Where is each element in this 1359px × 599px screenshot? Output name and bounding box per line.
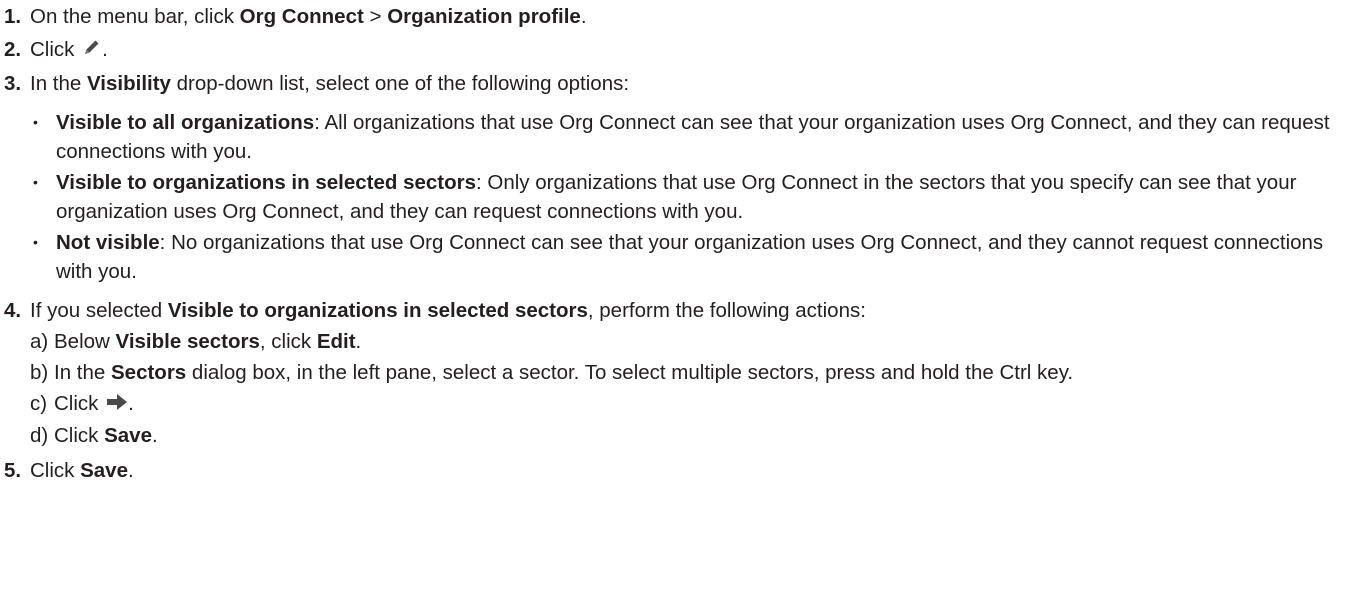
substep-label: b) [30, 361, 49, 385]
option-label: Visible to organizations in selected sec… [167, 299, 588, 323]
step-2: 2. Click . [0, 35, 1359, 65]
step-text-run: dialog box, in the left pane, select a s… [186, 361, 1074, 385]
step-5: 5. Click Save. [0, 456, 1359, 485]
step-text-run: Below [54, 330, 116, 354]
field-label-visibility: Visibility [87, 72, 171, 96]
arrow-right-icon [106, 390, 128, 419]
step-text-run: , click [259, 330, 317, 354]
step-number: 3. [4, 72, 22, 96]
bullet: • [33, 234, 38, 251]
option-description: : No organizations that use Org Connect … [56, 231, 1324, 284]
substep-b: b) In the Sectors dialog box, in the lef… [30, 358, 1349, 387]
substep-a: a) Below Visible sectors, click Edit. [30, 327, 1349, 356]
step-text: If you selected Visible to organizations… [30, 296, 1359, 452]
step-text-run: . [128, 392, 134, 416]
step-4: 4. If you selected Visible to organizati… [0, 296, 1359, 452]
step-text-run: . [102, 38, 108, 61]
step-text-run: In the [54, 361, 111, 385]
substep-d: d) Click Save. [30, 421, 1349, 450]
step-text-run: . [152, 424, 158, 448]
option-label: Visible to all organizations [56, 111, 315, 135]
pencil-edit-icon [82, 36, 102, 65]
bullet: • [33, 174, 38, 191]
step-text-run: Click [30, 38, 75, 61]
step-text-run: Click [54, 392, 99, 416]
substep-c: c) Click . [30, 389, 1349, 419]
menu-label-org-connect: Org Connect [239, 5, 364, 28]
field-label-visible-sectors: Visible sectors [115, 330, 260, 354]
substep-label: a) [30, 330, 49, 354]
visibility-options-list: • Visible to all organizations: All orga… [30, 108, 1349, 286]
list-item: • Not visible: No organizations that use… [30, 228, 1349, 286]
step-text: In the Visibility drop-down list, select… [30, 69, 1359, 292]
menu-label-organization-profile: Organization profile [387, 5, 581, 28]
button-label-save: Save [80, 459, 128, 483]
menu-separator: > [363, 5, 388, 28]
step-text-run: . [355, 330, 362, 354]
step-number: 4. [4, 299, 22, 323]
dialog-label-sectors: Sectors [111, 361, 187, 385]
option-label: Visible to organizations in selected sec… [56, 171, 476, 195]
list-item: • Visible to all organizations: All orga… [30, 108, 1349, 166]
substep-label: c) [30, 392, 48, 416]
option-label: Not visible [56, 231, 160, 255]
step-text-run: drop-down list, select one of the follow… [170, 72, 630, 96]
step-text-run: In the [30, 72, 87, 96]
substeps-list: a) Below Visible sectors, click Edit. b)… [30, 327, 1349, 450]
button-label-edit: Edit [316, 330, 356, 354]
procedure-document: 1. On the menu bar, click Org Connect > … [0, 0, 1359, 485]
step-text-run: If you selected [30, 299, 168, 323]
step-text-run: . [128, 459, 134, 483]
button-label-save: Save [104, 424, 152, 448]
bullet: • [33, 114, 38, 131]
step-number: 1. [4, 5, 22, 28]
substep-label: d) [30, 424, 49, 448]
step-text: Click Save. [30, 456, 1359, 485]
step-3: 3. In the Visibility drop-down list, sel… [0, 69, 1359, 292]
step-text: On the menu bar, click Org Connect > Org… [30, 2, 1359, 31]
list-item: • Visible to organizations in selected s… [30, 168, 1349, 226]
step-number: 2. [4, 38, 22, 61]
step-text: Click . [30, 35, 1359, 65]
step-text-run: . [580, 5, 587, 28]
step-text-run: , perform the following actions: [587, 299, 866, 323]
step-text-run: Click [54, 424, 105, 448]
step-number: 5. [4, 459, 22, 483]
step-text-run: On the menu bar, click [30, 5, 240, 28]
step-text-run: Click [30, 459, 81, 483]
step-1: 1. On the menu bar, click Org Connect > … [0, 2, 1359, 31]
